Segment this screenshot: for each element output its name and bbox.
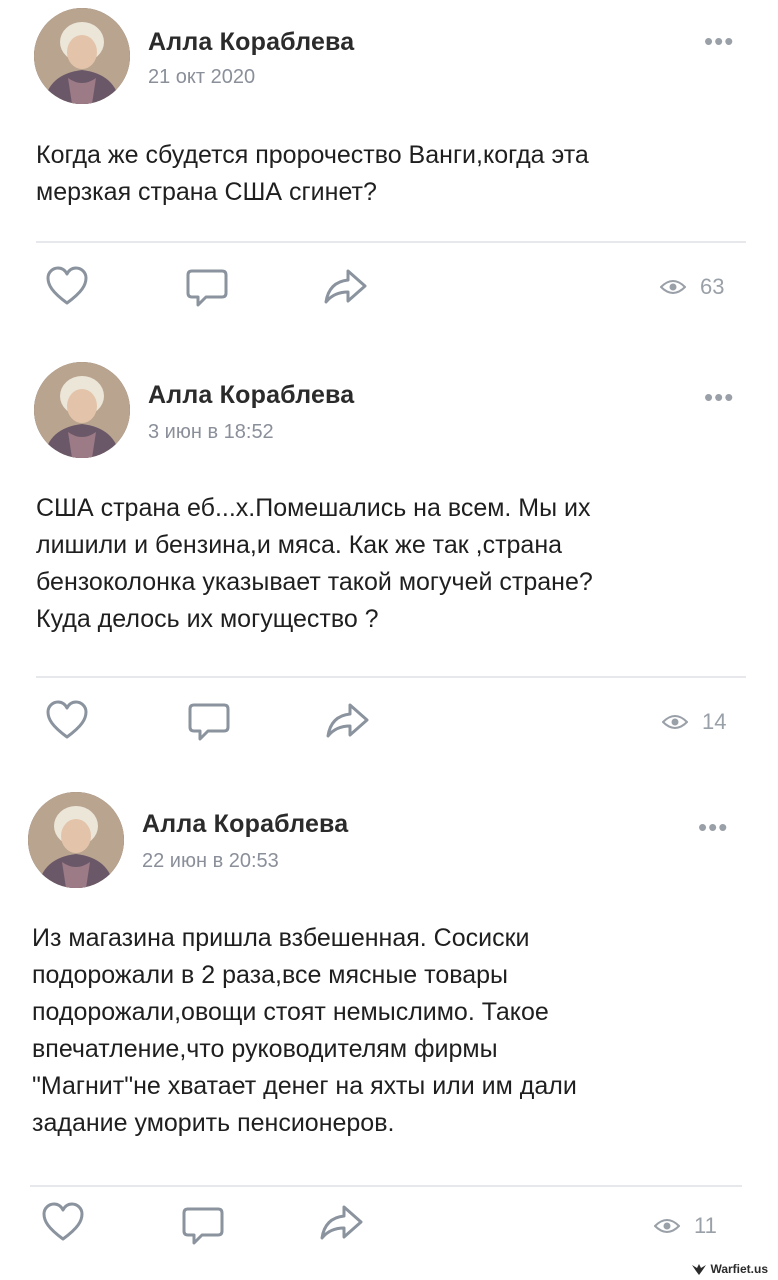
author-name[interactable]: Алла Кораблева bbox=[148, 28, 354, 57]
heart-icon bbox=[42, 1202, 84, 1241]
post-divider bbox=[36, 241, 746, 243]
more-options-button[interactable]: ••• bbox=[704, 28, 734, 54]
more-options-button[interactable]: ••• bbox=[704, 384, 734, 410]
watermark: Warfiet.us bbox=[692, 1262, 768, 1276]
share-icon bbox=[326, 703, 369, 738]
author-avatar[interactable] bbox=[34, 8, 130, 104]
post-text-line: США страна еб...х.Помешались на всем. Мы… bbox=[36, 494, 591, 522]
more-options-button[interactable]: ••• bbox=[698, 814, 728, 840]
avatar-image bbox=[34, 362, 130, 458]
share-button[interactable] bbox=[318, 1199, 364, 1245]
avatar-image bbox=[28, 792, 124, 888]
author-name[interactable]: Алла Кораблева bbox=[148, 381, 354, 410]
post-text-line: Куда делось их могущество ? bbox=[36, 605, 379, 633]
views-counter: 11 bbox=[654, 1213, 717, 1239]
comment-icon bbox=[186, 269, 228, 307]
views-count: 63 bbox=[700, 274, 725, 299]
post-text: Из магазина пришла взбешенная. Сосиски п… bbox=[32, 920, 732, 1142]
like-button[interactable] bbox=[44, 697, 90, 743]
author-avatar[interactable] bbox=[34, 362, 130, 458]
post-divider bbox=[36, 676, 746, 678]
post-text-line: подорожали,овощи стоят немыслимо. Такое bbox=[32, 998, 549, 1026]
share-button[interactable] bbox=[322, 263, 368, 309]
post-text-line: впечатление,что руководителям фирмы bbox=[32, 1035, 498, 1063]
views-counter: 14 bbox=[662, 709, 726, 735]
comment-icon bbox=[182, 1207, 224, 1245]
views-count: 14 bbox=[702, 709, 727, 734]
post-date[interactable]: 21 окт 2020 bbox=[148, 66, 255, 89]
avatar-image bbox=[34, 8, 130, 104]
comment-icon bbox=[188, 703, 230, 741]
eye-icon bbox=[660, 280, 686, 294]
comment-button[interactable] bbox=[180, 1203, 226, 1249]
post-divider bbox=[30, 1185, 742, 1187]
post-text-line: Из магазина пришла взбешенная. Сосиски bbox=[32, 924, 530, 952]
like-button[interactable] bbox=[40, 1199, 86, 1245]
post-text: Когда же сбудется пророчество Ванги,когд… bbox=[36, 137, 736, 211]
post-text-line: "Магнит"не хватает денег на яхты или им … bbox=[32, 1072, 577, 1100]
post-text-line: лишили и бензина,и мяса. Как же так ,стр… bbox=[36, 531, 563, 559]
like-button[interactable] bbox=[44, 263, 90, 309]
post-date[interactable]: 22 июн в 20:53 bbox=[142, 850, 279, 873]
share-button[interactable] bbox=[324, 697, 370, 743]
share-icon bbox=[320, 1205, 363, 1240]
post-date[interactable]: 3 июн в 18:52 bbox=[148, 421, 274, 444]
post-text-line: задание уморить пенсионеров. bbox=[32, 1109, 395, 1137]
views-count: 11 bbox=[694, 1213, 717, 1238]
heart-icon bbox=[46, 700, 88, 739]
eye-icon bbox=[654, 1219, 680, 1233]
views-counter: 63 bbox=[660, 274, 724, 300]
author-name[interactable]: Алла Кораблева bbox=[142, 810, 348, 839]
post-text: США страна еб...х.Помешались на всем. Мы… bbox=[36, 490, 736, 638]
watermark-text: Warfiet.us bbox=[710, 1262, 768, 1276]
comment-button[interactable] bbox=[184, 265, 230, 311]
share-icon bbox=[324, 269, 367, 304]
post-text-line: Когда же сбудется пророчество Ванги,когд… bbox=[36, 141, 589, 169]
heart-icon bbox=[46, 266, 88, 305]
post-text-line: подорожали в 2 раза,все мясные товары bbox=[32, 961, 509, 989]
comment-button[interactable] bbox=[186, 699, 232, 745]
post-text-line: мерзкая страна США сгинет? bbox=[36, 178, 377, 206]
author-avatar[interactable] bbox=[28, 792, 124, 888]
post-text-line: бензоколонка указывает такой могучей стр… bbox=[36, 568, 593, 596]
eagle-icon bbox=[692, 1264, 707, 1275]
eye-icon bbox=[662, 715, 688, 729]
